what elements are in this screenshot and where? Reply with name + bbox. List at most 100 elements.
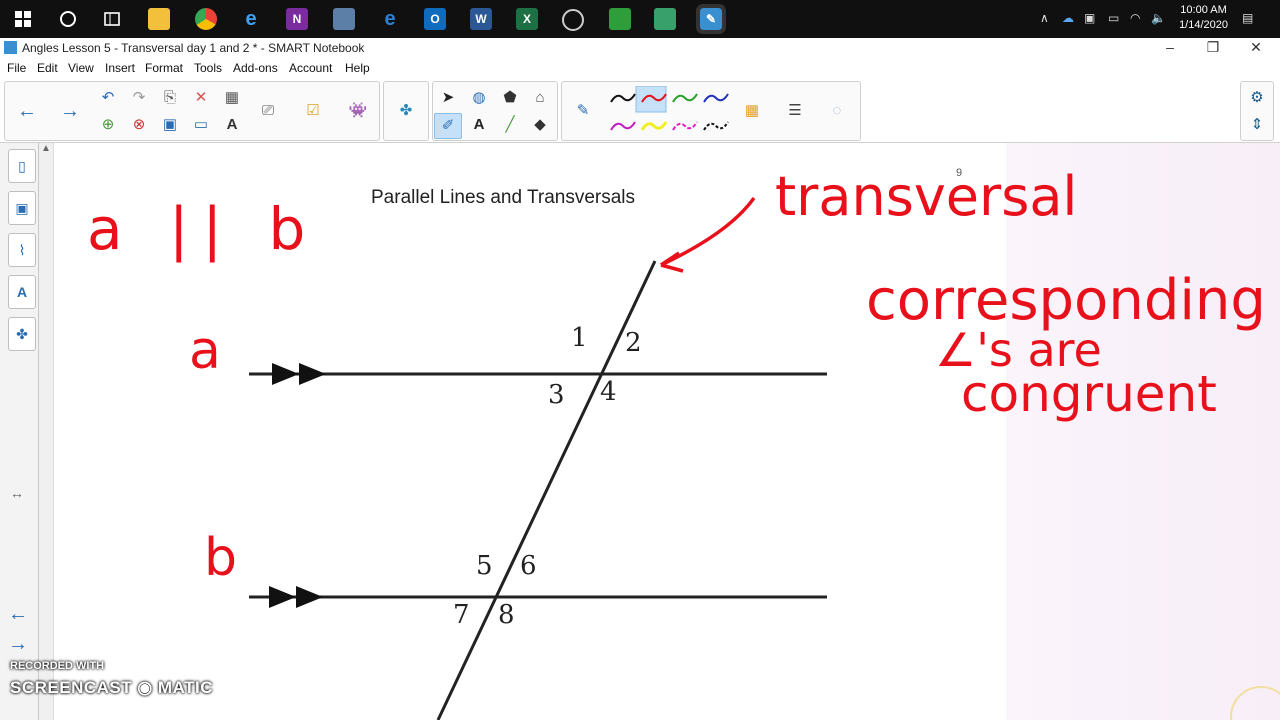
parallel-arrow-a1 (272, 363, 299, 385)
obs-icon[interactable] (562, 9, 584, 31)
greenshot-icon[interactable] (609, 8, 631, 30)
toolbar-position-icon[interactable]: ⇕ (1244, 113, 1270, 137)
volume-icon[interactable]: 🔈 (1151, 11, 1166, 25)
onenote-icon[interactable]: N (286, 8, 308, 30)
parallel-arrow-b2 (296, 586, 323, 608)
sidebar-next-page-icon[interactable]: → (8, 633, 28, 656)
settings-gear-icon[interactable]: ⚙ (1244, 86, 1270, 110)
angle-label-1: 1 (571, 323, 588, 353)
addons-puzzle-icon[interactable]: ✤ (393, 99, 419, 123)
file-explorer-icon[interactable] (148, 8, 170, 30)
gallery-tab-icon[interactable]: ▣ (8, 191, 36, 225)
page-sorter-tab-icon[interactable]: ▯ (8, 149, 36, 183)
table-icon[interactable]: ▦ (219, 86, 245, 110)
notebook-page-canvas[interactable]: ▲ Parallel Lines and Transversals 9 1 2 … (39, 143, 1280, 720)
chrome-icon[interactable] (195, 8, 217, 30)
edge-icon[interactable]: e (379, 8, 401, 30)
text-tool-icon[interactable]: A (466, 113, 492, 137)
add-page-icon[interactable]: ⊕ (95, 113, 121, 137)
redo-icon[interactable]: ↷ (126, 86, 152, 110)
watermark-line1: RECORDED WITH (10, 660, 105, 672)
lab-icon[interactable]: 👾 (345, 99, 371, 123)
task-view-icon[interactable] (101, 8, 123, 30)
menu-file[interactable]: File (7, 61, 26, 75)
window-title: Angles Lesson 5 - Transversal day 1 and … (22, 41, 365, 55)
menu-view[interactable]: View (68, 61, 94, 75)
menu-tools[interactable]: Tools (194, 61, 222, 75)
ink-a-parallel-b[interactable]: a || b (87, 195, 319, 263)
angle-label-4: 4 (600, 377, 617, 407)
next-page-icon[interactable]: → (57, 99, 83, 123)
angle-label-3: 3 (548, 380, 565, 410)
pens-tool-icon[interactable]: ✐ (434, 113, 462, 139)
close-button[interactable]: ✕ (1236, 39, 1276, 56)
title-bar: Angles Lesson 5 - Transversal day 1 and … (0, 38, 1280, 58)
sidebar-prev-page-icon[interactable]: ← (8, 603, 28, 626)
angle-label-8: 8 (498, 600, 515, 630)
menu-account[interactable]: Account (289, 61, 332, 75)
pen-type-icon[interactable]: ✎ (570, 99, 596, 123)
remote-desktop-icon[interactable] (333, 8, 355, 30)
undo-icon[interactable]: ↶ (95, 86, 121, 110)
network-icon[interactable]: ▭ (1108, 11, 1119, 25)
eraser-tool-icon[interactable]: ◆ (527, 113, 553, 137)
delete-page-icon[interactable]: ⊗ (126, 113, 152, 137)
ink-label-a[interactable]: a (189, 321, 221, 381)
response-icon[interactable]: ☑ (300, 99, 326, 123)
restore-button[interactable]: ❐ (1193, 39, 1233, 56)
ink-arrow[interactable] (649, 193, 769, 283)
ink-transversal[interactable]: transversal (775, 165, 1077, 228)
menu-edit[interactable]: Edit (37, 61, 58, 75)
camtasia-icon[interactable] (654, 8, 676, 30)
delete-icon[interactable]: ✕ (188, 86, 214, 110)
attachments-tab-icon[interactable]: ⌇ (8, 233, 36, 267)
line-style-icon[interactable]: ☰ (782, 99, 808, 123)
toolbar-group-main: ← → ↶ ↷ ⎘ ✕ ▦ ⊕ ⊗ ▣ ▭ A ⎚ ☑ 👾 (4, 81, 380, 141)
transversal-line (436, 260, 657, 720)
outlook-icon[interactable]: O (424, 8, 446, 30)
properties-tab-icon[interactable]: A (8, 275, 36, 309)
clock[interactable]: 10:00 AM 1/14/2020 (1179, 3, 1228, 33)
tray-expand-icon[interactable]: ∧ (1040, 11, 1049, 25)
menu-format[interactable]: Format (145, 61, 183, 75)
onedrive-icon[interactable]: ☁ (1062, 11, 1074, 25)
save-icon[interactable]: ▣ (157, 113, 183, 137)
shapes-tool-icon[interactable]: ◍ (466, 86, 492, 110)
excel-icon[interactable]: X (516, 8, 538, 30)
angle-label-7: 7 (453, 600, 470, 630)
parallel-arrow-a2 (299, 363, 326, 385)
internet-explorer-icon[interactable]: e (240, 8, 262, 30)
screen-shade-icon[interactable]: ▭ (188, 113, 214, 137)
select-tool-icon[interactable]: ➤ (435, 86, 461, 110)
smart-notebook-icon[interactable]: ✎ (696, 4, 726, 34)
fill-tool-icon[interactable]: ⬟ (497, 86, 523, 110)
cortana-icon[interactable] (57, 8, 79, 30)
menu-add-ons[interactable]: Add-ons (233, 61, 278, 75)
word-icon[interactable]: W (470, 8, 492, 30)
wifi-icon[interactable]: ◠ (1130, 11, 1140, 25)
minimize-button[interactable]: – (1150, 39, 1190, 55)
color-palette-icon[interactable]: ▦ (739, 99, 765, 123)
resize-sidebar-icon[interactable]: ↔ (10, 485, 24, 501)
menu-help[interactable]: Help (345, 61, 370, 75)
notifications-icon[interactable]: ▤ (1242, 11, 1253, 25)
watermark-line2: SCREENCAST ◉ MATIC (10, 678, 213, 697)
toolbar-group-addons: ✤ (383, 81, 429, 141)
document-camera-icon[interactable]: ⎚ (255, 99, 281, 123)
toolbar-group-pen-properties: ✎ ▦ ☰ ◌ (561, 81, 861, 141)
app-icon (4, 41, 17, 54)
windows-start-icon[interactable] (12, 8, 34, 30)
cursor-highlight-ring (1230, 686, 1280, 720)
fill-effects-icon[interactable]: ◌ (824, 99, 850, 123)
security-icon[interactable]: ▣ (1084, 11, 1095, 25)
ink-congruent[interactable]: congruent (961, 365, 1217, 423)
line-tool-icon[interactable]: ╱ (497, 113, 523, 137)
parallel-arrow-b1 (269, 586, 296, 608)
addons-tab-icon[interactable]: ✤ (8, 317, 36, 351)
previous-page-icon[interactable]: ← (14, 99, 40, 123)
paste-icon[interactable]: ⎘ (157, 86, 183, 110)
text-properties-icon[interactable]: A (219, 113, 245, 137)
ink-label-b[interactable]: b (204, 528, 237, 588)
magic-pen-icon[interactable]: ⌂ (527, 86, 553, 110)
menu-insert[interactable]: Insert (105, 61, 135, 75)
